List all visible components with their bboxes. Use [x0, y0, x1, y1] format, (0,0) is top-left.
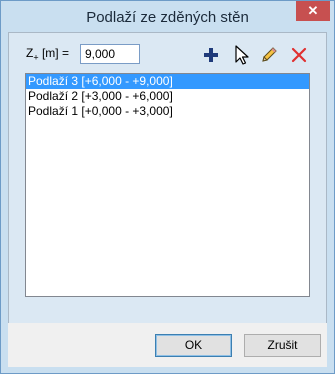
dialog-window: Podlaží ze zděných stěn ✕ Z+ [m] = Podla…: [0, 0, 335, 374]
title-bar[interactable]: Podlaží ze zděných stěn ✕: [1, 1, 334, 33]
plus-icon[interactable]: [201, 45, 221, 65]
window-title: Podlaží ze zděných stěn: [86, 9, 249, 26]
z-value-input[interactable]: [80, 44, 140, 64]
ok-button[interactable]: OK: [155, 334, 232, 357]
list-item[interactable]: Podlaží 2 [+3,000 - +6,000]: [26, 89, 309, 104]
cancel-button[interactable]: Zrušit: [244, 334, 321, 357]
z-label: Z+ [m] =: [26, 46, 69, 63]
storey-listbox[interactable]: Podlaží 3 [+6,000 - +9,000] Podlaží 2 [+3…: [25, 73, 310, 297]
dialog-content: Z+ [m] = Podlaží 3 [+6,000 - +9,000]Podl…: [8, 32, 327, 324]
pencil-icon[interactable]: [259, 45, 279, 65]
delete-x-icon[interactable]: [289, 45, 309, 65]
list-item[interactable]: Podlaží 3 [+6,000 - +9,000]: [26, 74, 309, 89]
button-bar: OK Zrušit: [8, 323, 327, 367]
list-item[interactable]: Podlaží 1 [+0,000 - +3,000]: [26, 104, 309, 119]
pointer-icon[interactable]: [232, 44, 252, 65]
close-button[interactable]: ✕: [296, 1, 330, 21]
